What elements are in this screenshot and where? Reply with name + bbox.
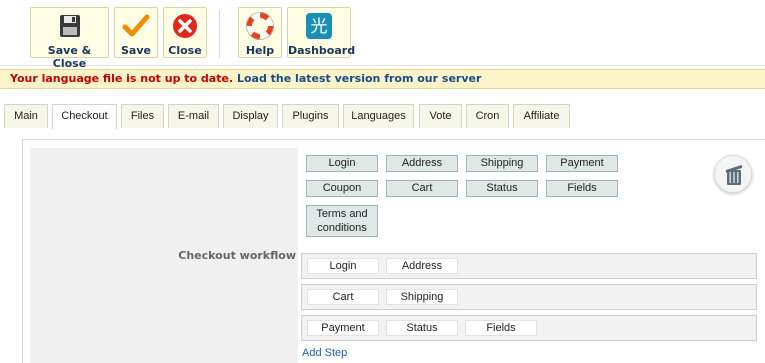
step-item-fields[interactable]: Fields	[465, 320, 537, 336]
workflow-label-column: Checkout workflow	[30, 148, 298, 363]
available-step-payment[interactable]: Payment	[546, 155, 618, 172]
dashboard-button[interactable]: 光 Dashboard	[287, 7, 356, 58]
language-warning-text: Your language file is not up to date.	[10, 72, 234, 85]
step-item-shipping[interactable]: Shipping	[386, 289, 458, 305]
load-latest-version-link[interactable]: Load the latest version from our server	[237, 72, 481, 85]
dashboard-label: Dashboard	[288, 44, 356, 57]
checkout-workflow-label: Checkout workflow	[178, 249, 296, 262]
save-button[interactable]: Save	[114, 7, 158, 58]
save-label: Save	[121, 44, 151, 57]
available-step-cart[interactable]: Cart	[386, 180, 458, 197]
help-label: Help	[245, 44, 275, 57]
step-item-login[interactable]: Login	[307, 258, 379, 274]
language-warning-bar: Your language file is not up to date. Lo…	[0, 69, 765, 89]
step-item-cart[interactable]: Cart	[307, 289, 379, 305]
dashboard-logo-icon: 光	[306, 13, 332, 39]
tab-plugins[interactable]: Plugins	[282, 104, 339, 128]
tab-files[interactable]: Files	[121, 104, 164, 128]
close-circle-icon	[173, 14, 197, 38]
available-step-shipping[interactable]: Shipping	[466, 155, 538, 172]
page: Save & Close Save Close Help 光 Dashboard…	[0, 0, 765, 363]
add-step-link[interactable]: Add Step	[302, 347, 347, 359]
workflow-step-2[interactable]: Cart Shipping	[301, 284, 757, 310]
floppy-disk-icon	[59, 15, 80, 37]
help-button[interactable]: Help	[238, 7, 282, 58]
tab-email[interactable]: E-mail	[168, 104, 219, 128]
workflow-step-1[interactable]: Login Address	[301, 253, 757, 279]
available-step-address[interactable]: Address	[386, 155, 458, 172]
tab-cron[interactable]: Cron	[466, 104, 509, 128]
save-close-label: Save & Close	[47, 44, 92, 70]
trash-button[interactable]	[714, 155, 752, 193]
step-item-payment[interactable]: Payment	[307, 320, 379, 336]
lifebuoy-icon	[246, 12, 274, 40]
toolbar: Save & Close Save Close Help 光 Dashboard	[0, 0, 765, 70]
dashboard-glyph: 光	[311, 17, 328, 37]
tab-main[interactable]: Main	[4, 104, 48, 128]
available-step-login[interactable]: Login	[306, 155, 378, 172]
available-step-status[interactable]: Status	[466, 180, 538, 197]
available-step-fields[interactable]: Fields	[546, 180, 618, 197]
save-close-button[interactable]: Save & Close	[30, 7, 109, 70]
tab-display[interactable]: Display	[223, 104, 278, 128]
close-label: Close	[168, 44, 202, 57]
available-step-terms[interactable]: Terms and conditions	[306, 205, 378, 237]
trash-icon	[725, 165, 743, 185]
close-button[interactable]: Close	[163, 7, 207, 58]
step-item-address[interactable]: Address	[386, 258, 458, 274]
available-step-coupon[interactable]: Coupon	[306, 180, 378, 197]
tab-vote[interactable]: Vote	[419, 104, 462, 128]
tab-checkout[interactable]: Checkout	[52, 104, 117, 129]
tab-languages[interactable]: Languages	[343, 104, 414, 128]
toolbar-separator	[219, 10, 220, 58]
checkmark-icon	[122, 14, 150, 37]
step-item-status[interactable]: Status	[386, 320, 458, 336]
workflow-step-3[interactable]: Payment Status Fields	[301, 315, 757, 341]
tab-affiliate[interactable]: Affiliate	[513, 104, 570, 128]
